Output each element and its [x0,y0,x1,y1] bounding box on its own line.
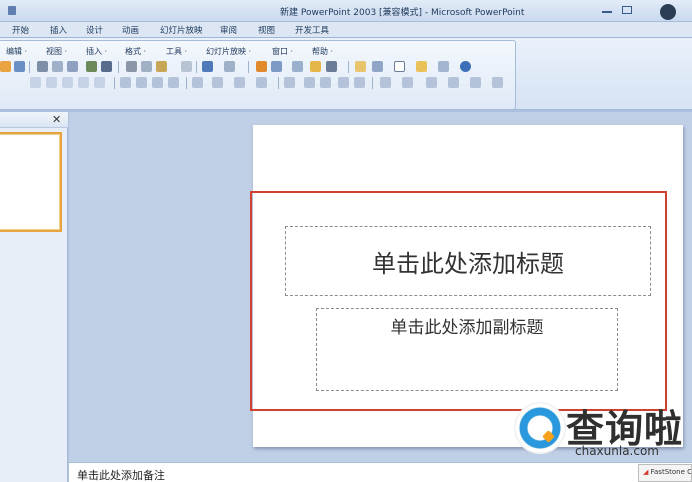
hyperlink-icon[interactable] [292,61,303,72]
standard-toolbar [0,60,516,74]
slides-panel-header: ✕ [0,112,68,128]
copy-icon[interactable] [141,61,152,72]
title-placeholder[interactable]: 单击此处添加标题 [285,226,651,296]
research-icon[interactable] [67,61,78,72]
classic-menu-panel: 编辑 · 视图 · 插入 · 格式 · 工具 · 幻灯片放映 · 窗口 · 帮助… [0,40,516,110]
title-bar: 新建 PowerPoint 2003 [兼容模式] - Microsoft Po… [0,0,692,22]
notes-placeholder: 单击此处添加备注 [77,469,165,482]
tab-review[interactable]: 审阅 [220,24,237,36]
quick-access-toolbar[interactable] [2,4,24,18]
close-icon[interactable]: ✕ [52,113,61,126]
line-icon[interactable] [326,61,337,72]
capture-badge: ◢ FastStone C [638,464,692,482]
watermark-logo-icon [514,402,566,454]
tab-developer[interactable]: 开发工具 [295,24,329,36]
separator [186,77,187,89]
save-icon[interactable] [8,6,16,15]
bold-icon[interactable] [30,77,41,88]
subtitle-placeholder[interactable]: 单击此处添加副标题 [316,308,618,391]
tab-insert[interactable]: 插入 [50,24,67,36]
tab-slideshow[interactable]: 幻灯片放映 [160,24,203,36]
menu-view[interactable]: 视图 · [46,46,67,57]
undo-icon[interactable] [202,61,213,72]
tab-view[interactable]: 视图 [258,24,275,36]
slides-panel: ✕ [0,112,68,482]
format-toolbar [0,76,516,90]
separator [248,61,249,73]
align-center-icon[interactable] [136,77,147,88]
align-right-icon[interactable] [152,77,163,88]
help-icon[interactable] [460,61,471,72]
separator [348,61,349,73]
ribbon: 编辑 · 视图 · 插入 · 格式 · 工具 · 幻灯片放映 · 窗口 · 帮助… [0,38,692,110]
animation-icon[interactable] [402,77,413,88]
format-painter-icon[interactable] [181,61,192,72]
menu-slideshow[interactable]: 幻灯片放映 · [206,46,251,57]
menu-help[interactable]: 帮助 · [312,46,333,57]
text-direction-icon[interactable] [192,77,203,88]
separator [114,77,115,89]
separator [118,61,119,73]
italic-icon[interactable] [46,77,57,88]
open-icon[interactable] [14,61,25,72]
shadow-icon[interactable] [78,77,89,88]
print-icon[interactable] [37,61,48,72]
bullets-icon[interactable] [234,77,245,88]
maximize-button[interactable] [622,6,632,14]
spellcheck-icon[interactable] [86,61,97,72]
tab-animation[interactable]: 动画 [122,24,139,36]
table-icon[interactable] [271,61,282,72]
separator [29,61,30,73]
notes-pane[interactable]: 单击此处添加备注 [69,462,692,482]
font-color-icon[interactable] [284,77,295,88]
ribbon-tabs: 开始 插入 设计 动画 幻灯片放映 审阅 视图 开发工具 [0,22,692,38]
translate-icon[interactable] [101,61,112,72]
menu-tools[interactable]: 工具 · [166,46,187,57]
justify-icon[interactable] [168,77,179,88]
separator [372,77,373,89]
watermark-url: chaxunla.com [575,444,659,458]
new-slide-icon[interactable] [355,61,366,72]
grow-font-icon[interactable] [304,77,315,88]
badge-text: FastStone C [650,468,692,476]
underline-icon[interactable] [62,77,73,88]
shape-icon[interactable] [426,77,437,88]
preview-icon[interactable] [52,61,63,72]
font-case-icon[interactable] [94,77,105,88]
columns-icon[interactable] [212,77,223,88]
zoom-icon[interactable] [438,61,449,72]
new-icon[interactable] [0,61,11,72]
cut-icon[interactable] [126,61,137,72]
increase-indent-icon[interactable] [354,77,365,88]
tab-home[interactable]: 开始 [12,24,29,36]
effects-icon[interactable] [492,77,503,88]
picture-icon[interactable] [310,61,321,72]
slide-design-icon[interactable] [380,77,391,88]
avatar[interactable] [660,4,676,20]
separator [196,61,197,73]
menu-insert[interactable]: 插入 · [86,46,107,57]
window-title: 新建 PowerPoint 2003 [兼容模式] - Microsoft Po… [280,8,525,18]
menu-format[interactable]: 格式 · [125,46,146,57]
fill-color-icon[interactable] [448,77,459,88]
separator [278,77,279,89]
paste-icon[interactable] [156,61,167,72]
chart-icon[interactable] [256,61,267,72]
redo-icon[interactable] [224,61,235,72]
tab-design[interactable]: 设计 [86,24,103,36]
layout-icon[interactable] [372,61,383,72]
decrease-indent-icon[interactable] [338,77,349,88]
align-left-icon[interactable] [120,77,131,88]
minimize-button[interactable] [602,6,612,13]
faststone-icon: ◢ [643,468,649,476]
menu-window[interactable]: 窗口 · [272,46,293,57]
shrink-font-icon[interactable] [320,77,331,88]
numbering-icon[interactable] [256,77,267,88]
logo-diamond-icon [542,430,555,443]
folder-icon[interactable] [416,61,427,72]
slide-thumbnail[interactable] [0,132,62,232]
line-color-icon[interactable] [470,77,481,88]
textbox-icon[interactable] [394,61,405,72]
menu-edit[interactable]: 编辑 · [6,46,27,57]
